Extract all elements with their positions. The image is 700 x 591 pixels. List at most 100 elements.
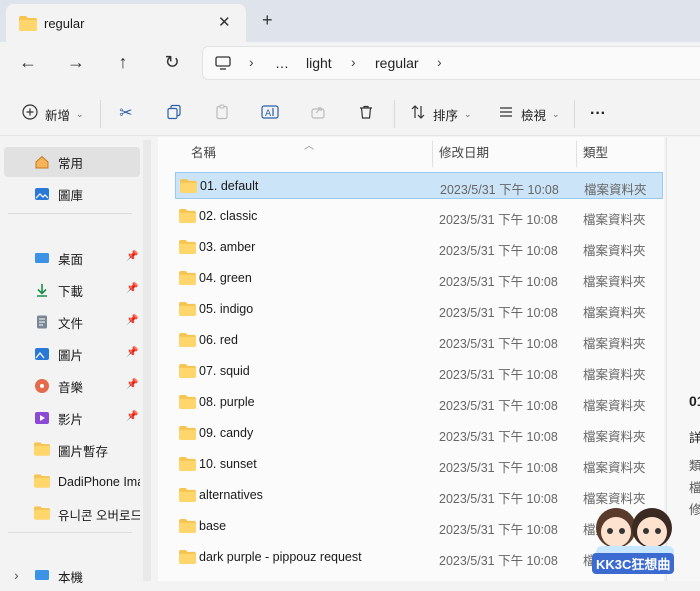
cut-button[interactable]: ✂ — [116, 102, 136, 126]
chevron-right-icon: › — [351, 54, 356, 70]
sidebar-item[interactable]: DadiPhone Ima — [4, 467, 140, 497]
back-button[interactable]: ← — [16, 50, 40, 74]
file-type: 檔案資料夾 — [583, 213, 646, 227]
command-bar: 新增 ⌄ ✂ A 排序 ⌄ 檢視 ⌄ ··· — [0, 90, 700, 136]
refresh-button[interactable]: ↻ — [160, 50, 184, 74]
navigation-pane: 常用圖庫桌面 📌 下載 📌 文件 📌 圖片 📌 音樂 📌 影片 📌 圖片暫存 DadiPhone Ima 유… — [0, 137, 150, 585]
breadcrumb-regular[interactable]: regular — [375, 55, 419, 71]
file-type: 檔案資料夾 — [584, 183, 647, 197]
tab-regular[interactable]: regular ✕ — [6, 4, 246, 42]
divider — [8, 532, 132, 533]
file-date: 2023/5/31 下午 10:08 — [439, 213, 558, 227]
file-name: 06. red — [199, 333, 238, 347]
details-label: 檔 — [689, 481, 700, 495]
gallery-icon — [34, 186, 50, 202]
file-row[interactable]: 03. amber 2023/5/31 下午 10:08 檔案資料夾 — [175, 234, 663, 261]
file-type: 檔案資料夾 — [583, 461, 646, 475]
delete-button[interactable] — [356, 102, 376, 126]
pin-icon: 📌 — [126, 251, 139, 262]
sidebar-item[interactable]: 圖庫 — [4, 179, 140, 209]
copy-button[interactable] — [164, 102, 184, 126]
folder-icon — [179, 519, 196, 536]
view-button[interactable]: 檢視 ⌄ — [496, 102, 560, 126]
rename-button[interactable]: A — [260, 102, 280, 126]
folder-icon — [19, 16, 37, 34]
sidebar-scrollbar[interactable] — [143, 140, 151, 581]
file-date: 2023/5/31 下午 10:08 — [439, 492, 558, 506]
sidebar-item[interactable]: 影片 📌 — [4, 403, 140, 433]
desktop-icon — [34, 250, 50, 266]
sidebar-item[interactable]: 圖片 📌 — [4, 339, 140, 369]
file-type: 檔案資料夾 — [583, 275, 646, 289]
sidebar-item[interactable]: 音樂 📌 — [4, 371, 140, 401]
file-row[interactable]: 06. red 2023/5/31 下午 10:08 檔案資料夾 — [175, 327, 663, 354]
file-name: base — [199, 519, 227, 533]
sidebar-item[interactable]: 유니콘 오버로드 — [4, 499, 140, 529]
file-row[interactable]: 08. purple 2023/5/31 下午 10:08 檔案資料夾 — [175, 389, 663, 416]
folder-icon — [34, 442, 50, 458]
file-type: 檔案資料夾 — [583, 337, 646, 351]
paste-button[interactable] — [212, 102, 232, 126]
details-label: 類 — [689, 459, 700, 473]
file-row[interactable]: 04. green 2023/5/31 下午 10:08 檔案資料夾 — [175, 265, 663, 292]
file-row[interactable]: 10. sunset 2023/5/31 下午 10:08 檔案資料夾 — [175, 451, 663, 478]
more-options-button[interactable]: ··· — [590, 102, 606, 126]
sort-button[interactable]: 排序 ⌄ — [408, 102, 472, 126]
file-date: 2023/5/31 下午 10:08 — [439, 554, 558, 568]
file-name: 05. indigo — [199, 302, 254, 316]
folder-icon — [179, 395, 196, 412]
forward-button[interactable]: → — [64, 50, 88, 74]
file-row[interactable]: 07. squid 2023/5/31 下午 10:08 檔案資料夾 — [175, 358, 663, 385]
sidebar-item-label: 圖庫 — [58, 188, 84, 203]
copy-icon — [164, 104, 184, 124]
folder-icon — [179, 364, 196, 381]
share-button[interactable] — [308, 102, 328, 126]
sidebar-item[interactable]: 本機 › — [4, 561, 140, 591]
file-row[interactable]: 05. indigo 2023/5/31 下午 10:08 檔案資料夾 — [175, 296, 663, 323]
chevron-down-icon: ⌄ — [76, 108, 84, 119]
folder-icon — [179, 333, 196, 350]
view-label: 檢視 — [521, 108, 547, 123]
sidebar-item[interactable]: 文件 📌 — [4, 307, 140, 337]
chevron-down-icon: ⌄ — [552, 108, 560, 119]
file-date: 2023/5/31 下午 10:08 — [439, 244, 558, 258]
column-header-type[interactable]: 類型 — [583, 137, 608, 169]
file-date: 2023/5/31 下午 10:08 — [439, 430, 558, 444]
column-divider[interactable] — [576, 141, 577, 167]
new-button[interactable]: 新增 ⌄ — [20, 102, 84, 126]
file-name: 07. squid — [199, 364, 250, 378]
file-row[interactable]: 09. candy 2023/5/31 下午 10:08 檔案資料夾 — [175, 420, 663, 447]
sidebar-item[interactable]: 圖片暫存 — [4, 435, 140, 465]
file-row[interactable]: 02. classic 2023/5/31 下午 10:08 檔案資料夾 — [175, 203, 663, 230]
file-name: 08. purple — [199, 395, 255, 409]
pin-icon: 📌 — [126, 347, 139, 358]
up-button[interactable]: ↑ — [111, 50, 135, 74]
file-row[interactable]: 01. default 2023/5/31 下午 10:08 檔案資料夾 — [175, 172, 663, 199]
new-tab-button[interactable]: + — [262, 10, 273, 31]
sidebar-item-label: 유니콘 오버로드 — [58, 508, 140, 523]
address-bar[interactable]: › … light › regular › — [202, 46, 700, 80]
file-date: 2023/5/31 下午 10:08 — [439, 275, 558, 289]
file-name: 09. candy — [199, 426, 254, 440]
sort-label: 排序 — [433, 108, 459, 123]
breadcrumb-light[interactable]: light — [306, 55, 332, 71]
chevron-right-icon: › — [437, 54, 442, 70]
pin-icon: 📌 — [126, 315, 139, 326]
sidebar-item[interactable]: 常用 — [4, 147, 140, 177]
sidebar-item[interactable]: 下載 📌 — [4, 275, 140, 305]
file-date: 2023/5/31 下午 10:08 — [439, 461, 558, 475]
file-type: 檔案資料夾 — [583, 430, 646, 444]
sidebar-item-label: 常用 — [58, 156, 84, 171]
sidebar-item[interactable]: 桌面 📌 — [4, 243, 140, 273]
divider — [100, 100, 101, 128]
rename-icon: A — [260, 104, 280, 124]
breadcrumb-overflow[interactable]: … — [275, 55, 289, 71]
folder-icon — [179, 550, 196, 567]
file-date: 2023/5/31 下午 10:08 — [439, 399, 558, 413]
pin-icon: 📌 — [126, 411, 139, 422]
close-tab-icon[interactable]: ✕ — [218, 13, 231, 31]
column-header-name[interactable]: 名稱 — [191, 137, 216, 169]
column-header-date[interactable]: 修改日期 — [439, 137, 489, 169]
file-date: 2023/5/31 下午 10:08 — [439, 337, 558, 351]
column-divider[interactable] — [432, 141, 433, 167]
